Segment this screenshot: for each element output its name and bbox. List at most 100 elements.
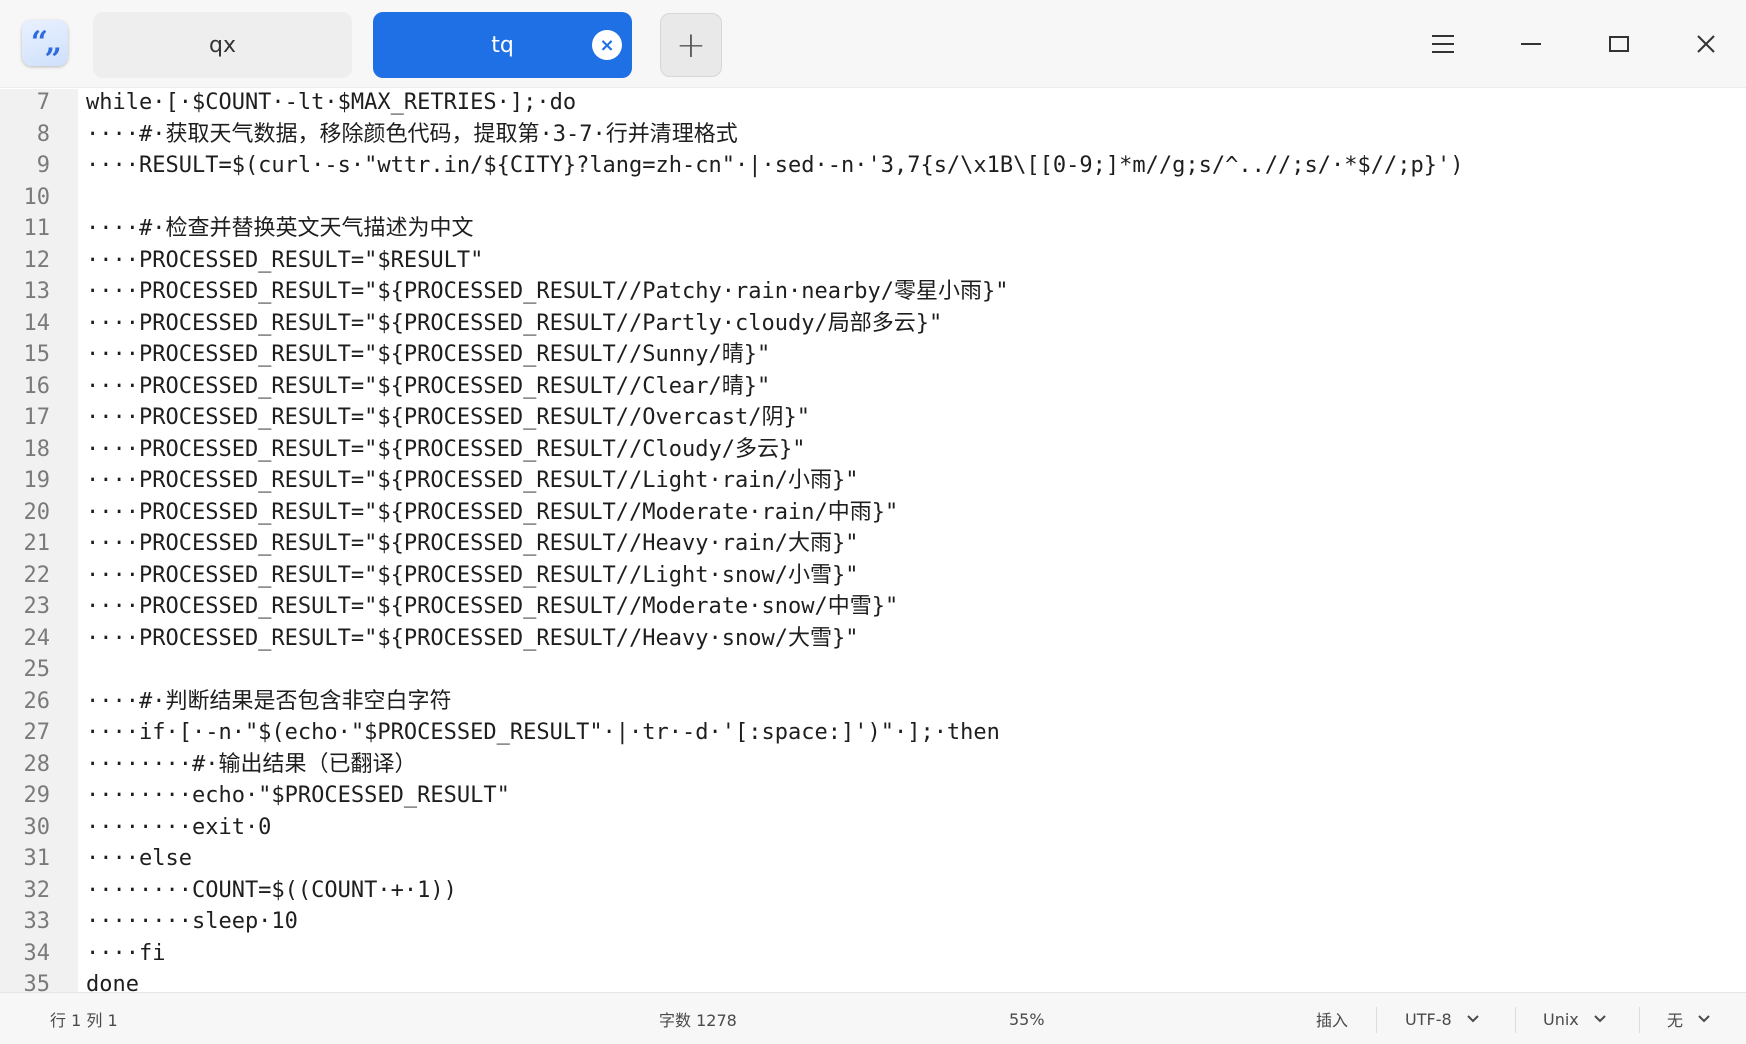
tab-label: tq [491, 32, 514, 58]
tab-label: qx [209, 32, 236, 58]
line-text: ········COUNT=$((COUNT·+·1)) [86, 877, 457, 903]
code-line[interactable]: 14 ····PROCESSED_RESULT="${PROCESSED_RESU… [0, 308, 1746, 340]
code-line[interactable]: 21 ····PROCESSED_RESULT="${PROCESSED_RESU… [0, 528, 1746, 560]
code-line[interactable]: 19 ····PROCESSED_RESULT="${PROCESSED_RESU… [0, 465, 1746, 497]
line-text: ····fi [86, 940, 166, 966]
divider [1515, 1007, 1516, 1033]
line-number: 14 [23, 310, 51, 336]
code-line[interactable]: 23 ····PROCESSED_RESULT="${PROCESSED_RESU… [0, 591, 1746, 623]
code-line[interactable]: 34 ····fi [0, 938, 1746, 970]
code-line[interactable]: 25 [0, 654, 1746, 686]
menu-button[interactable] [1421, 22, 1465, 66]
code-line[interactable]: 8 ····#·获取天气数据，移除颜色代码，提取第·3-7·行并清理格式 [0, 119, 1746, 151]
code-line[interactable]: 22 ····PROCESSED_RESULT="${PROCESSED_RESU… [0, 560, 1746, 592]
insert-mode[interactable]: 插入 [1316, 993, 1348, 1044]
line-text: ····PROCESSED_RESULT="${PROCESSED_RESULT… [86, 625, 859, 651]
line-text: ····else [86, 846, 192, 871]
line-text: ····#·检查并替换英文天气描述为中文 [86, 216, 474, 241]
divider [1376, 1007, 1377, 1033]
line-number: 7 [36, 90, 50, 115]
code-line[interactable]: 32 ········COUNT=$((COUNT·+·1)) [0, 875, 1746, 907]
code-line[interactable]: 9 ····RESULT=$(curl·-s·"wttr.in/${CITY}?l… [0, 150, 1746, 182]
code-line[interactable]: 15 ····PROCESSED_RESULT="${PROCESSED_RESU… [0, 339, 1746, 371]
line-number: 9 [36, 153, 50, 178]
line-number: 23 [23, 594, 51, 619]
line-ending-select[interactable]: Unix [1543, 993, 1607, 1044]
line-number: 32 [23, 877, 51, 903]
line-number: 27 [23, 720, 51, 745]
line-text: ····PROCESSED_RESULT="${PROCESSED_RESULT… [86, 310, 943, 336]
line-number: 11 [23, 216, 51, 241]
encoding-label: UTF-8 [1405, 1009, 1452, 1029]
line-number: 31 [23, 846, 51, 871]
code-line[interactable]: 12 ····PROCESSED_RESULT="$RESULT" [0, 245, 1746, 277]
chevron-down-icon [1593, 1014, 1607, 1024]
line-number: 28 [23, 751, 51, 777]
maximize-button[interactable] [1597, 22, 1641, 66]
line-text: ········echo·"$PROCESSED_RESULT" [86, 783, 510, 808]
line-text: ····PROCESSED_RESULT="${PROCESSED_RESULT… [86, 279, 1009, 304]
line-text: ····PROCESSED_RESULT="$RESULT" [86, 247, 484, 273]
app-logo-icon: “„ [22, 20, 68, 66]
line-text: ····PROCESSED_RESULT="${PROCESSED_RESULT… [86, 594, 899, 619]
code-line[interactable]: 27 ····if·[·-n·"$(echo·"$PROCESSED_RESULT… [0, 717, 1746, 749]
line-number: 13 [23, 279, 51, 304]
code-editor[interactable]: 7 while·[·$COUNT·-lt·$MAX_RETRIES·];·do 8 ·… [0, 89, 1746, 992]
code-line[interactable]: 10 [0, 182, 1746, 214]
zoom-level[interactable]: 55% [1009, 993, 1045, 1044]
line-number: 17 [23, 405, 51, 430]
code-line[interactable]: 28 ········#·输出结果（已翻译） [0, 749, 1746, 781]
code-line[interactable]: 30 ········exit·0 [0, 812, 1746, 844]
close-tab-icon[interactable]: × [592, 30, 622, 60]
line-text: ····#·判断结果是否包含非空白字符 [86, 688, 452, 714]
syntax-select[interactable]: 无 [1667, 993, 1711, 1044]
code-line[interactable]: 24 ····PROCESSED_RESULT="${PROCESSED_RESU… [0, 623, 1746, 655]
code-line[interactable]: 17 ····PROCESSED_RESULT="${PROCESSED_RESU… [0, 402, 1746, 434]
syntax-label: 无 [1667, 1011, 1684, 1030]
status-bar: 行 1 列 1 字数 1278 55% 插入 UTF-8 Unix 无 [0, 992, 1746, 1044]
line-text: ····if·[·-n·"$(echo·"$PROCESSED_RESULT"·… [86, 720, 1000, 745]
line-number: 19 [23, 468, 51, 493]
tab-tq[interactable]: tq × [373, 12, 632, 78]
line-number: 29 [23, 783, 51, 808]
code-line[interactable]: 11 ····#·检查并替换英文天气描述为中文 [0, 213, 1746, 245]
maximize-icon [1609, 36, 1629, 52]
char-count: 字数 1278 [659, 1011, 737, 1030]
chevron-down-icon [1466, 1014, 1480, 1024]
line-text: ····PROCESSED_RESULT="${PROCESSED_RESULT… [86, 499, 899, 525]
line-number: 22 [23, 562, 51, 588]
line-text: ····PROCESSED_RESULT="${PROCESSED_RESULT… [86, 562, 859, 588]
encoding-select[interactable]: UTF-8 [1405, 993, 1480, 1044]
menu-icon [1432, 35, 1454, 53]
line-number: 26 [23, 688, 51, 714]
line-text: ····PROCESSED_RESULT="${PROCESSED_RESULT… [86, 468, 859, 493]
code-line[interactable]: 35 done [0, 969, 1746, 992]
line-number: 12 [23, 247, 51, 273]
line-text: done [86, 972, 139, 992]
code-line[interactable]: 26 ····#·判断结果是否包含非空白字符 [0, 686, 1746, 718]
code-line[interactable]: 20 ····PROCESSED_RESULT="${PROCESSED_RESU… [0, 497, 1746, 529]
close-icon [1697, 35, 1715, 53]
new-tab-button[interactable]: + [660, 13, 722, 77]
line-text: ····RESULT=$(curl·-s·"wttr.in/${CITY}?la… [86, 153, 1464, 178]
minimize-button[interactable] [1509, 22, 1553, 66]
close-window-button[interactable] [1684, 22, 1728, 66]
line-number: 25 [23, 657, 51, 682]
code-line[interactable]: 33 ········sleep·10 [0, 906, 1746, 938]
line-text: ····PROCESSED_RESULT="${PROCESSED_RESULT… [86, 373, 771, 399]
tab-qx[interactable]: qx [93, 12, 352, 78]
divider [1639, 1007, 1640, 1033]
line-text: ····PROCESSED_RESULT="${PROCESSED_RESULT… [86, 405, 810, 430]
line-text: ········#·输出结果（已翻译） [86, 751, 417, 777]
code-line[interactable]: 18 ····PROCESSED_RESULT="${PROCESSED_RESU… [0, 434, 1746, 466]
code-line[interactable]: 7 while·[·$COUNT·-lt·$MAX_RETRIES·];·do [0, 89, 1746, 119]
cursor-position: 行 1 列 1 [50, 1011, 118, 1030]
line-text: while·[·$COUNT·-lt·$MAX_RETRIES·];·do [86, 90, 577, 115]
code-line[interactable]: 31 ····else [0, 843, 1746, 875]
code-line[interactable]: 13 ····PROCESSED_RESULT="${PROCESSED_RESU… [0, 276, 1746, 308]
line-text: ········exit·0 [86, 814, 272, 840]
line-number: 33 [23, 909, 51, 934]
code-line[interactable]: 29 ········echo·"$PROCESSED_RESULT" [0, 780, 1746, 812]
line-text: ····PROCESSED_RESULT="${PROCESSED_RESULT… [86, 436, 806, 462]
code-line[interactable]: 16 ····PROCESSED_RESULT="${PROCESSED_RESU… [0, 371, 1746, 403]
